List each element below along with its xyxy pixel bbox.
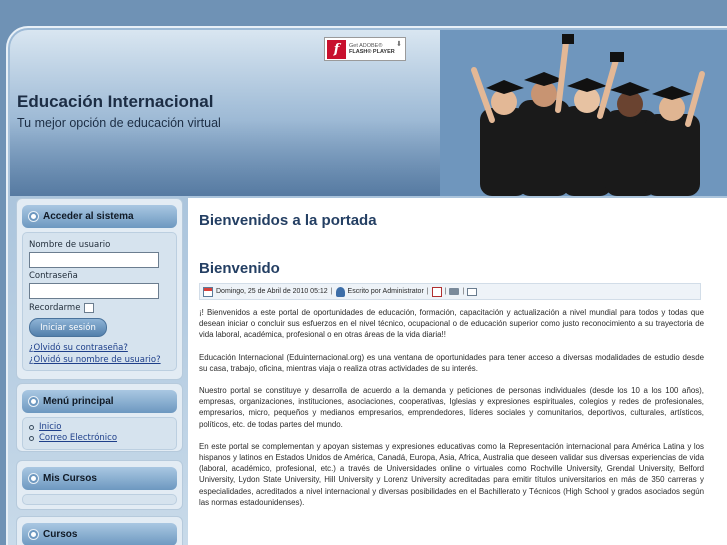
meta-separator: | [426,288,429,295]
main-menu-title: Menú principal [43,396,114,407]
remember-me-row: Recordarme [29,303,170,313]
main-menu-list-box: Inicio Correo Electrónico [22,417,177,450]
my-courses-body [22,494,177,505]
bullet-circle-icon [29,397,38,406]
site-slogan: Tu mejor opción de educación virtual [17,116,221,130]
courses-module: Cursos [16,516,183,545]
bullet-circle-icon [29,212,38,221]
article-date: Domingo, 25 de Abril de 2010 05:12 [216,288,328,295]
article-paragraph: ¡! Bienvenidos a este portal de oportuni… [199,308,704,340]
forgot-password-link[interactable]: ¿Olvidó su contraseña? [29,343,170,353]
password-label: Contraseña [29,271,78,281]
article-paragraph: En este portal se complementan y apoyan … [199,441,704,507]
page-heading: Bienvenidos a la portada [199,212,377,229]
article-paragraph: Educación Internacional (Eduinternaciona… [199,352,704,373]
login-module-title: Acceder al sistema [43,211,134,222]
site-header: Educación Internacional Tu mejor opción … [10,30,727,196]
login-button[interactable]: Iniciar sesión [29,318,107,337]
courses-title: Cursos [43,529,78,540]
remember-me-label: Recordarme [29,303,81,313]
main-menu-header: Menú principal [22,390,177,413]
site-title[interactable]: Educación Internacional [17,92,214,112]
username-label: Nombre de usuario [29,240,111,250]
email-icon[interactable] [467,287,478,296]
login-module-header: Acceder al sistema [22,205,177,228]
my-courses-header[interactable]: Mis Cursos [22,467,177,490]
list-bullet-icon [29,425,34,430]
meta-separator: | [462,288,465,295]
get-flash-player-button[interactable]: f Get ADOBE® FLASH® PLAYER ⬇ [324,37,406,61]
courses-header[interactable]: Cursos [22,523,177,545]
download-arrow-icon: ⬇ [396,40,402,48]
remember-me-checkbox[interactable] [84,303,95,313]
flash-logo-icon: f [327,39,346,59]
pdf-icon[interactable] [431,286,442,297]
meta-separator: | [444,288,447,295]
left-sidebar: Acceder al sistema Nombre de usuario Con… [16,198,183,545]
list-bullet-icon [29,436,34,441]
login-module: Acceder al sistema Nombre de usuario Con… [16,198,183,380]
login-form: Nombre de usuario Contraseña Recordarme … [22,232,177,371]
article-meta-bar: Domingo, 25 de Abril de 2010 05:12 | Esc… [199,283,701,300]
bullet-circle-icon [29,474,38,483]
password-field[interactable] [29,283,159,299]
main-content: Bienvenidos a la portada Bienvenido Domi… [188,198,727,545]
article-title[interactable]: Bienvenido [199,260,280,277]
flash-badge-line2: FLASH® PLAYER [349,49,395,55]
menu-link-correo[interactable]: Correo Electrónico [39,433,117,444]
graduates-photo [440,30,727,196]
main-menu-list: Inicio Correo Electrónico [29,422,170,444]
my-courses-module: Mis Cursos [16,460,183,510]
flash-badge-text: Get ADOBE® FLASH® PLAYER [349,43,395,56]
article-body: ¡! Bienvenidos a este portal de oportuni… [199,307,704,519]
user-icon [335,286,345,297]
my-courses-title: Mis Cursos [43,473,97,484]
bullet-circle-icon [29,530,38,539]
calendar-icon [203,286,213,297]
menu-item-correo: Correo Electrónico [29,433,170,444]
menu-item-inicio: Inicio [29,422,170,433]
main-menu-module: Menú principal Inicio Correo Electrónico [16,383,183,452]
username-field[interactable] [29,252,159,268]
article-author: Escrito por Administrator [347,288,424,295]
print-icon[interactable] [449,288,460,295]
meta-separator: | [330,288,333,295]
header-gradient [10,120,480,196]
article-paragraph: Nuestro portal se constituye y desarroll… [199,386,704,429]
menu-link-inicio[interactable]: Inicio [39,422,62,433]
forgot-username-link[interactable]: ¿Olvidó su nombre de usuario? [29,355,170,365]
